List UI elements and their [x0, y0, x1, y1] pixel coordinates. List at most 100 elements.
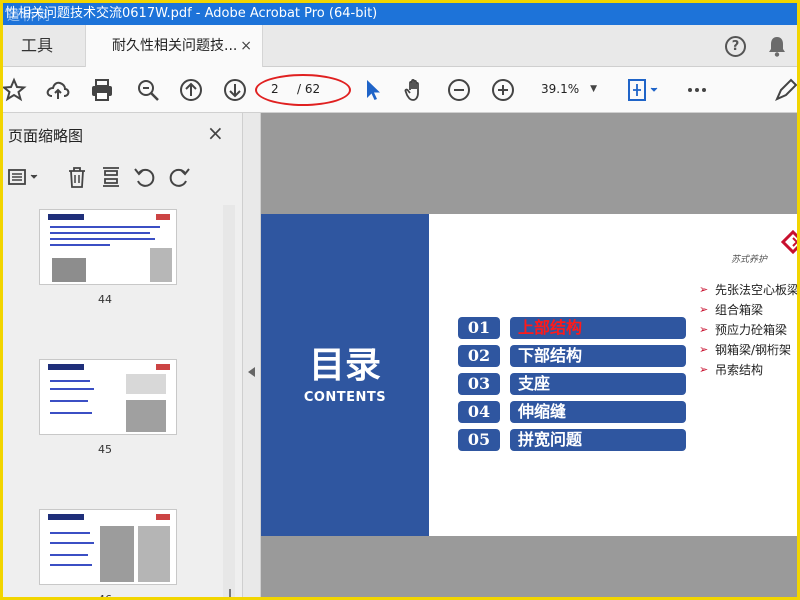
thumb-text-line [50, 542, 94, 544]
thumbnail-page-number: 46 [98, 593, 112, 600]
thumb-text-line [50, 388, 94, 390]
thumb-text-line [50, 380, 90, 382]
watermark: 道桥网 [7, 9, 53, 24]
toc-number: 01 [458, 317, 500, 339]
cloud-upload-icon[interactable] [45, 77, 71, 103]
select-cursor-icon[interactable] [360, 77, 386, 103]
page-thumbnails-panel: 页面缩略图 × 44 45 46 [3, 113, 243, 600]
toc-label: 拼宽问题 [510, 429, 686, 451]
star-icon[interactable] [3, 77, 27, 103]
thumb-header [48, 214, 84, 220]
toc-number: 02 [458, 345, 500, 367]
toc-number: 03 [458, 373, 500, 395]
acrobat-window: 性相关问题技术交流0617W.pdf - Adobe Acrobat Pro (… [0, 0, 800, 600]
thumbnail-page-number: 45 [98, 443, 112, 456]
next-page-icon[interactable] [222, 77, 248, 103]
toc-label: 上部结构 [510, 317, 686, 339]
rotate-right-icon[interactable] [167, 165, 191, 189]
thumb-image [150, 248, 172, 282]
hand-tool-icon[interactable] [402, 77, 428, 103]
print-icon[interactable] [89, 77, 115, 103]
zoom-out-icon[interactable] [446, 77, 472, 103]
toc-number: 04 [458, 401, 500, 423]
panel-close-button[interactable]: × [207, 121, 224, 145]
subtopic-item: ➢ 吊索结构 [699, 360, 797, 380]
previous-page-icon[interactable] [178, 77, 204, 103]
subtopic-item: ➢ 先张法空心板梁 [699, 280, 797, 300]
thumb-image [100, 526, 134, 582]
subtopic-label: 先张法空心板梁 [715, 283, 797, 297]
collapse-arrow-icon [248, 367, 255, 377]
thumbnail-page-44[interactable] [39, 209, 177, 285]
tab-bar: 工具 耐久性相关问题技... × ? [3, 25, 797, 67]
thumbnail-scrollbar[interactable] [223, 205, 235, 597]
bullet-arrow-icon: ➢ [699, 363, 709, 376]
panel-toolbar [3, 161, 243, 195]
extract-pages-icon[interactable] [99, 165, 123, 189]
rotate-left-icon[interactable] [133, 165, 157, 189]
zoom-select[interactable]: 39.1% ▼ [533, 77, 605, 101]
document-view[interactable]: 目录 CONTENTS 苏式养护 01 上部结构 02 下部结构 03 支座 0 [261, 113, 797, 597]
slide-title-panel: 目录 CONTENTS [261, 214, 429, 536]
annotation-red-oval [255, 74, 351, 106]
slide-title: 目录 [308, 345, 381, 386]
zoom-search-icon[interactable] [135, 77, 161, 103]
tab-document[interactable]: 耐久性相关问题技... × [85, 25, 263, 67]
thumb-image [52, 258, 86, 282]
toc-label: 支座 [510, 373, 686, 395]
thumb-logo [156, 214, 170, 220]
thumb-text-line [50, 244, 110, 246]
subtopic-label: 预应力砼箱梁 [715, 323, 788, 337]
slide-subtitle: CONTENTS [303, 390, 387, 405]
scrollbar-thumb[interactable] [229, 589, 231, 597]
zoom-value: 39.1% [541, 82, 580, 96]
bullet-arrow-icon: ➢ [699, 303, 709, 316]
subtopic-list: ➢ 先张法空心板梁 ➢ 组合箱梁 ➢ 预应力砼箱梁 ➢ 钢箱梁/钢桁架 ➢ 吊索结构 [699, 280, 797, 380]
zoom-in-icon[interactable] [490, 77, 516, 103]
thumbnail-page-number: 44 [98, 293, 112, 306]
thumb-image [138, 526, 170, 582]
tab-document-label: 耐久性相关问题技... [112, 38, 238, 54]
tab-tools[interactable]: 工具 [3, 25, 85, 67]
toc-label: 伸缩缝 [510, 401, 686, 423]
bell-icon[interactable] [767, 35, 787, 57]
thumb-text-line [50, 238, 155, 240]
thumb-text-line [50, 226, 160, 228]
thumb-logo [156, 514, 170, 520]
brand-name: 苏式养护 [731, 255, 768, 265]
panel-title: 页面缩略图 [8, 127, 84, 145]
thumb-text-line [50, 554, 88, 556]
thumbnail-page-46[interactable] [39, 509, 177, 585]
bullet-arrow-icon: ➢ [699, 283, 709, 296]
thumb-image [126, 400, 166, 432]
thumbnail-options-icon[interactable] [5, 165, 41, 189]
subtopic-item: ➢ 钢箱梁/钢桁架 [699, 340, 797, 360]
more-options-icon[interactable] [684, 77, 710, 103]
thumb-text-line [50, 564, 92, 566]
tab-close-button[interactable]: × [240, 25, 252, 67]
main-toolbar [3, 67, 797, 113]
fit-page-icon[interactable] [624, 77, 662, 103]
bullet-arrow-icon: ➢ [699, 343, 709, 356]
thumbnail-list: 44 45 46 [3, 203, 235, 600]
toc-label: 下部结构 [510, 345, 686, 367]
thumb-text-line [50, 400, 88, 402]
subtopic-label: 吊索结构 [715, 363, 764, 377]
thumb-logo [156, 364, 170, 370]
thumbnail-page-45[interactable] [39, 359, 177, 435]
chevron-down-icon: ▼ [590, 84, 597, 94]
comment-pen-icon[interactable] [773, 77, 797, 103]
subtopic-label: 组合箱梁 [715, 303, 764, 317]
thumb-header [48, 364, 84, 370]
help-icon[interactable]: ? [725, 36, 746, 57]
subtopic-label: 钢箱梁/钢桁架 [715, 343, 792, 357]
window-title: 性相关问题技术交流0617W.pdf - Adobe Acrobat Pro (… [5, 6, 378, 21]
panel-collapse-handle[interactable] [243, 113, 261, 597]
thumb-text-line [50, 412, 92, 414]
slide-page: 目录 CONTENTS 苏式养护 01 上部结构 02 下部结构 03 支座 0 [261, 214, 797, 536]
subtopic-item: ➢ 预应力砼箱梁 [699, 320, 797, 340]
bullet-arrow-icon: ➢ [699, 323, 709, 336]
thumb-header [48, 514, 84, 520]
trash-icon[interactable] [65, 165, 89, 189]
title-bar: 性相关问题技术交流0617W.pdf - Adobe Acrobat Pro (… [3, 3, 797, 25]
